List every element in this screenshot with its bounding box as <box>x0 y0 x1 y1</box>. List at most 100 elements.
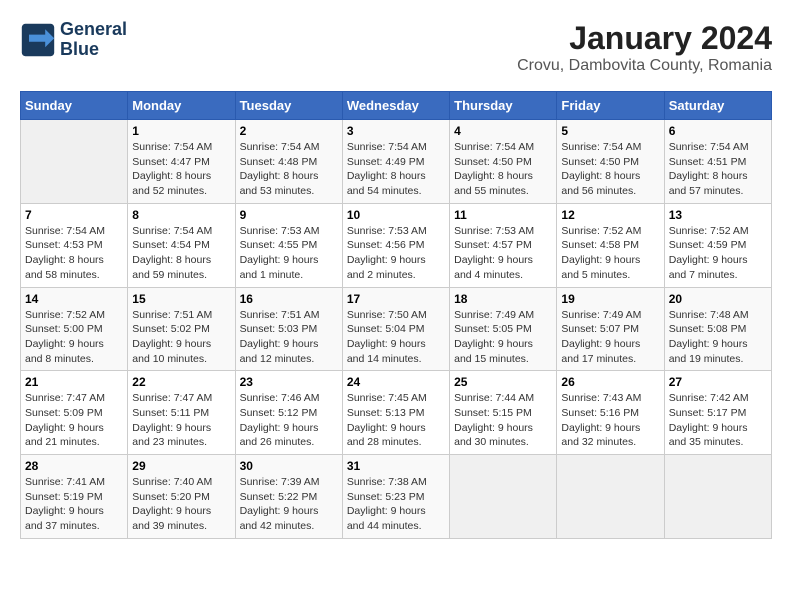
day-info: Sunrise: 7:54 AM Sunset: 4:51 PM Dayligh… <box>669 140 767 199</box>
calendar-cell: 25 Sunrise: 7:44 AM Sunset: 5:15 PM Dayli… <box>450 371 557 455</box>
calendar-cell: 12 Sunrise: 7:52 AM Sunset: 4:58 PM Dayli… <box>557 203 664 287</box>
day-number: 3 <box>347 124 445 138</box>
calendar-cell: 23Sunrise: 7:46 AM Sunset: 5:12 PM Dayli… <box>235 371 342 455</box>
day-number: 22 <box>132 375 230 389</box>
day-info: Sunrise: 7:54 AM Sunset: 4:48 PM Dayligh… <box>240 140 338 199</box>
calendar-cell: 21 Sunrise: 7:47 AM Sunset: 5:09 PM Dayli… <box>21 371 128 455</box>
day-number: 29 <box>132 459 230 473</box>
day-info: Sunrise: 7:48 AM Sunset: 5:08 PM Dayligh… <box>669 308 767 367</box>
day-number: 27 <box>669 375 767 389</box>
day-number: 17 <box>347 292 445 306</box>
day-info: Sunrise: 7:50 AM Sunset: 5:04 PM Dayligh… <box>347 308 445 367</box>
calendar-cell: 16 Sunrise: 7:51 AM Sunset: 5:03 PM Dayli… <box>235 287 342 371</box>
calendar-cell: 15 Sunrise: 7:51 AM Sunset: 5:02 PM Dayli… <box>128 287 235 371</box>
day-number: 18 <box>454 292 552 306</box>
calendar-cell <box>21 120 128 204</box>
calendar-cell: 31Sunrise: 7:38 AM Sunset: 5:23 PM Dayli… <box>342 455 449 539</box>
day-info: Sunrise: 7:45 AM Sunset: 5:13 PM Dayligh… <box>347 391 445 450</box>
day-info: Sunrise: 7:52 AM Sunset: 5:00 PM Dayligh… <box>25 308 123 367</box>
day-info: Sunrise: 7:54 AM Sunset: 4:50 PM Dayligh… <box>561 140 659 199</box>
calendar-cell: 1Sunrise: 7:54 AM Sunset: 4:47 PM Daylig… <box>128 120 235 204</box>
day-info: Sunrise: 7:42 AM Sunset: 5:17 PM Dayligh… <box>669 391 767 450</box>
day-info: Sunrise: 7:54 AM Sunset: 4:50 PM Dayligh… <box>454 140 552 199</box>
day-number: 11 <box>454 208 552 222</box>
weekday-row: SundayMondayTuesdayWednesdayThursdayFrid… <box>21 92 772 120</box>
day-info: Sunrise: 7:47 AM Sunset: 5:11 PM Dayligh… <box>132 391 230 450</box>
calendar-cell: 30 Sunrise: 7:39 AM Sunset: 5:22 PM Dayli… <box>235 455 342 539</box>
logo: General Blue <box>20 20 127 60</box>
page-title: January 2024 <box>517 20 772 57</box>
day-info: Sunrise: 7:51 AM Sunset: 5:02 PM Dayligh… <box>132 308 230 367</box>
day-number: 30 <box>240 459 338 473</box>
day-info: Sunrise: 7:54 AM Sunset: 4:49 PM Dayligh… <box>347 140 445 199</box>
calendar-cell: 26 Sunrise: 7:43 AM Sunset: 5:16 PM Dayli… <box>557 371 664 455</box>
day-info: Sunrise: 7:43 AM Sunset: 5:16 PM Dayligh… <box>561 391 659 450</box>
day-number: 14 <box>25 292 123 306</box>
calendar-cell: 20 Sunrise: 7:48 AM Sunset: 5:08 PM Dayli… <box>664 287 771 371</box>
day-info: Sunrise: 7:53 AM Sunset: 4:55 PM Dayligh… <box>240 224 338 283</box>
calendar-cell: 9 Sunrise: 7:53 AM Sunset: 4:55 PM Daylig… <box>235 203 342 287</box>
calendar-cell: 5Sunrise: 7:54 AM Sunset: 4:50 PM Daylig… <box>557 120 664 204</box>
week-row-3: 14 Sunrise: 7:52 AM Sunset: 5:00 PM Dayli… <box>21 287 772 371</box>
logo-icon <box>20 22 56 58</box>
day-info: Sunrise: 7:44 AM Sunset: 5:15 PM Dayligh… <box>454 391 552 450</box>
calendar-cell: 19Sunrise: 7:49 AM Sunset: 5:07 PM Dayli… <box>557 287 664 371</box>
day-number: 25 <box>454 375 552 389</box>
day-info: Sunrise: 7:39 AM Sunset: 5:22 PM Dayligh… <box>240 475 338 534</box>
calendar-cell: 22 Sunrise: 7:47 AM Sunset: 5:11 PM Dayli… <box>128 371 235 455</box>
day-info: Sunrise: 7:46 AM Sunset: 5:12 PM Dayligh… <box>240 391 338 450</box>
day-info: Sunrise: 7:41 AM Sunset: 5:19 PM Dayligh… <box>25 475 123 534</box>
page-subtitle: Crovu, Dambovita County, Romania <box>517 57 772 75</box>
calendar-cell: 24 Sunrise: 7:45 AM Sunset: 5:13 PM Dayli… <box>342 371 449 455</box>
logo-line1: General <box>60 20 127 40</box>
day-number: 31 <box>347 459 445 473</box>
calendar-cell: 11 Sunrise: 7:53 AM Sunset: 4:57 PM Dayli… <box>450 203 557 287</box>
weekday-header-thursday: Thursday <box>450 92 557 120</box>
weekday-header-saturday: Saturday <box>664 92 771 120</box>
weekday-header-monday: Monday <box>128 92 235 120</box>
title-section: January 2024 Crovu, Dambovita County, Ro… <box>517 20 772 75</box>
day-number: 12 <box>561 208 659 222</box>
day-info: Sunrise: 7:51 AM Sunset: 5:03 PM Dayligh… <box>240 308 338 367</box>
day-info: Sunrise: 7:47 AM Sunset: 5:09 PM Dayligh… <box>25 391 123 450</box>
day-number: 10 <box>347 208 445 222</box>
calendar-cell: 7Sunrise: 7:54 AM Sunset: 4:53 PM Daylig… <box>21 203 128 287</box>
calendar-cell: 13Sunrise: 7:52 AM Sunset: 4:59 PM Dayli… <box>664 203 771 287</box>
day-number: 16 <box>240 292 338 306</box>
logo-line2: Blue <box>60 40 127 60</box>
day-info: Sunrise: 7:40 AM Sunset: 5:20 PM Dayligh… <box>132 475 230 534</box>
day-number: 20 <box>669 292 767 306</box>
day-number: 6 <box>669 124 767 138</box>
day-number: 21 <box>25 375 123 389</box>
calendar-cell: 2 Sunrise: 7:54 AM Sunset: 4:48 PM Daylig… <box>235 120 342 204</box>
calendar-cell: 6 Sunrise: 7:54 AM Sunset: 4:51 PM Daylig… <box>664 120 771 204</box>
calendar-cell: 8 Sunrise: 7:54 AM Sunset: 4:54 PM Daylig… <box>128 203 235 287</box>
week-row-2: 7Sunrise: 7:54 AM Sunset: 4:53 PM Daylig… <box>21 203 772 287</box>
week-row-5: 28 Sunrise: 7:41 AM Sunset: 5:19 PM Dayli… <box>21 455 772 539</box>
day-info: Sunrise: 7:49 AM Sunset: 5:05 PM Dayligh… <box>454 308 552 367</box>
day-number: 15 <box>132 292 230 306</box>
day-info: Sunrise: 7:49 AM Sunset: 5:07 PM Dayligh… <box>561 308 659 367</box>
day-number: 24 <box>347 375 445 389</box>
calendar-table: SundayMondayTuesdayWednesdayThursdayFrid… <box>20 91 772 539</box>
calendar-cell: 27 Sunrise: 7:42 AM Sunset: 5:17 PM Dayli… <box>664 371 771 455</box>
weekday-header-sunday: Sunday <box>21 92 128 120</box>
day-number: 28 <box>25 459 123 473</box>
day-number: 2 <box>240 124 338 138</box>
logo-text: General Blue <box>60 20 127 60</box>
calendar-cell: 4Sunrise: 7:54 AM Sunset: 4:50 PM Daylig… <box>450 120 557 204</box>
calendar-cell <box>664 455 771 539</box>
day-info: Sunrise: 7:53 AM Sunset: 4:56 PM Dayligh… <box>347 224 445 283</box>
calendar-cell: 14 Sunrise: 7:52 AM Sunset: 5:00 PM Dayli… <box>21 287 128 371</box>
day-number: 7 <box>25 208 123 222</box>
day-number: 26 <box>561 375 659 389</box>
day-number: 13 <box>669 208 767 222</box>
day-info: Sunrise: 7:54 AM Sunset: 4:54 PM Dayligh… <box>132 224 230 283</box>
day-info: Sunrise: 7:52 AM Sunset: 4:58 PM Dayligh… <box>561 224 659 283</box>
calendar-cell: 18 Sunrise: 7:49 AM Sunset: 5:05 PM Dayli… <box>450 287 557 371</box>
calendar-cell: 28 Sunrise: 7:41 AM Sunset: 5:19 PM Dayli… <box>21 455 128 539</box>
day-info: Sunrise: 7:53 AM Sunset: 4:57 PM Dayligh… <box>454 224 552 283</box>
week-row-1: 1Sunrise: 7:54 AM Sunset: 4:47 PM Daylig… <box>21 120 772 204</box>
day-number: 8 <box>132 208 230 222</box>
day-number: 9 <box>240 208 338 222</box>
